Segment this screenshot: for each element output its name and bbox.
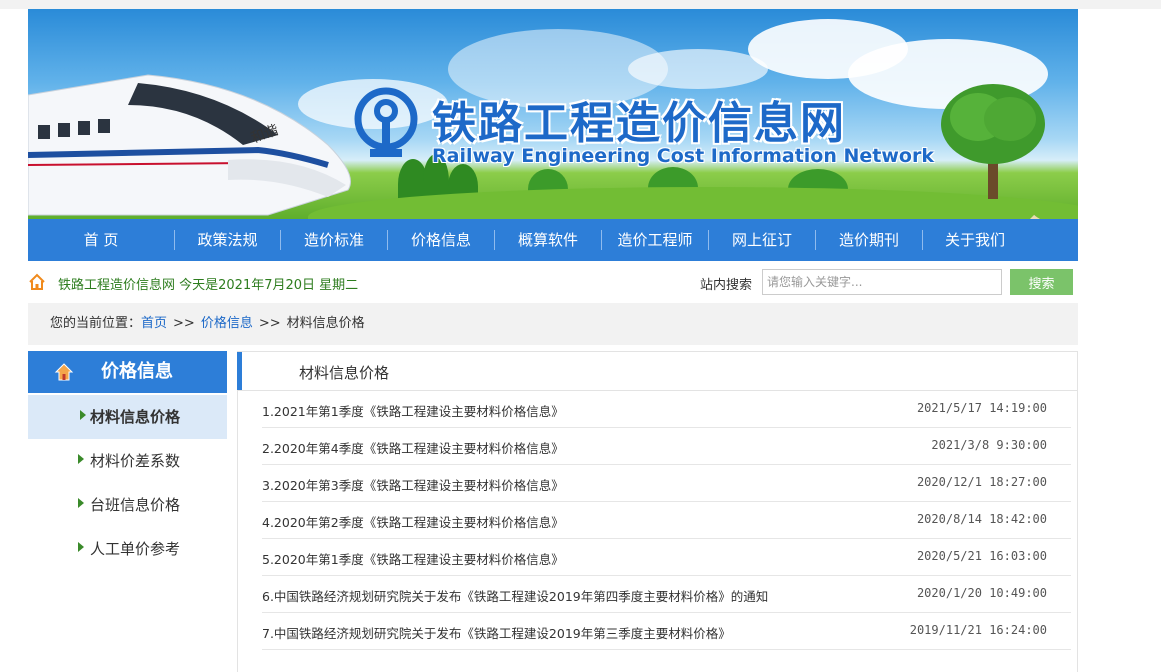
list-item[interactable]: 3.2020年第3季度《铁路工程建设主要材料价格信息》 2020/12/1 18… [262,465,1071,502]
list-item[interactable]: 5.2020年第1季度《铁路工程建设主要材料价格信息》 2020/5/21 16… [262,539,1071,576]
list-item-title[interactable]: 3.2020年第3季度《铁路工程建设主要材料价格信息》 [262,475,564,494]
search-label: 站内搜索 [700,278,753,293]
welcome-date-text: 铁路工程造价信息网 今天是2021年7月20日 星期二 [58,278,359,293]
list-item-title[interactable]: 2.2020年第4季度《铁路工程建设主要材料价格信息》 [262,438,564,457]
list-item-title[interactable]: 5.2020年第1季度《铁路工程建设主要材料价格信息》 [262,549,564,568]
list-item[interactable]: 6.中国铁路经济规划研究院关于发布《铁路工程建设2019年第四季度主要材料价格》… [262,576,1071,613]
header-banner: 和谐 铁路工程造价信息网 Railway Engineering Cost In… [28,9,1078,219]
search-input[interactable] [762,269,1002,295]
site-title: 铁路工程造价信息网 [432,98,846,149]
list-item[interactable]: 7.中国铁路经济规划研究院关于发布《铁路工程建设2019年第三季度主要材料价格》… [262,613,1071,650]
home-icon [29,273,45,290]
site-subtitle: Railway Engineering Cost Information Net… [432,145,934,167]
nav-item-engineer[interactable]: 造价工程师 [602,219,708,261]
main-nav: 首 页 政策法规 造价标准 价格信息 概算软件 造价工程师 网上征订 造价期刊 … [28,219,1078,261]
breadcrumb-separator: >> [173,316,195,331]
list-item-date: 2020/1/20 10:49:00 [916,586,1047,600]
nav-item-price-info[interactable]: 价格信息 [388,219,494,261]
arrow-right-icon [78,542,84,552]
nav-item-policy[interactable]: 政策法规 [175,219,280,261]
list-item-date: 2020/5/21 16:03:00 [916,549,1047,563]
sidebar-item-machine-shift[interactable]: 台班信息价格 [28,483,227,527]
sidebar-item-price-diff[interactable]: 材料价差系数 [28,439,227,483]
breadcrumb-home-link[interactable]: 首页 [141,316,167,331]
breadcrumb-section-link[interactable]: 价格信息 [201,316,253,331]
list-item[interactable]: 4.2020年第2季度《铁路工程建设主要材料价格信息》 2020/8/14 18… [262,502,1071,539]
list-item-title[interactable]: 1.2021年第1季度《铁路工程建设主要材料价格信息》 [262,401,564,420]
sidebar-item-labor-price[interactable]: 人工单价参考 [28,527,227,571]
train-illustration: 和谐 [28,74,351,216]
list-item-title[interactable]: 4.2020年第2季度《铁路工程建设主要材料价格信息》 [262,512,564,531]
list-item-title[interactable]: 6.中国铁路经济规划研究院关于发布《铁路工程建设2019年第四季度主要材料价格》… [262,586,768,605]
sidebar-item-label: 材料价差系数 [90,452,181,470]
sidebar-item-label: 人工单价参考 [90,540,181,558]
content-header: 材料信息价格 [237,352,1077,391]
list-item-date: 2020/8/14 18:42:00 [916,512,1047,526]
breadcrumb-prefix: 您的当前位置： [50,316,142,331]
list-item-date: 2019/11/21 16:24:00 [909,623,1047,637]
content-title: 材料信息价格 [299,364,390,382]
sidebar-item-label: 材料信息价格 [90,408,181,426]
content-panel: 材料信息价格 1.2021年第1季度《铁路工程建设主要材料价格信息》 2021/… [237,351,1078,672]
breadcrumb-current: 材料信息价格 [286,316,365,331]
list-item-date: 2021/5/17 14:19:00 [916,401,1047,415]
nav-item-standards[interactable]: 造价标准 [281,219,387,261]
page-wrapper: 和谐 铁路工程造价信息网 Railway Engineering Cost In… [28,9,1078,672]
breadcrumb: 您的当前位置：首页 >> 价格信息 >> 材料信息价格 [28,303,1078,345]
breadcrumb-separator: >> [258,316,281,331]
sidebar-item-label: 台班信息价格 [90,496,181,514]
list-item-date: 2020/12/1 18:27:00 [916,475,1047,489]
nav-item-subscribe[interactable]: 网上征订 [709,219,815,261]
top-strip [0,0,1161,9]
arrow-right-icon [80,410,86,420]
info-bar: 铁路工程造价信息网 今天是2021年7月20日 星期二 站内搜索 搜索 [28,261,1078,303]
nav-item-about[interactable]: 关于我们 [923,219,1027,261]
list-item[interactable]: 1.2021年第1季度《铁路工程建设主要材料价格信息》 2021/5/17 14… [262,391,1071,428]
list-item[interactable]: 2.2020年第4季度《铁路工程建设主要材料价格信息》 2021/3/8 9:3… [262,428,1071,465]
header-accent-bar [237,352,242,390]
railway-logo-icon [354,87,418,157]
sidebar-title: 价格信息 [101,361,173,382]
search-button[interactable]: 搜索 [1010,269,1073,295]
sidebar-item-material-price[interactable]: 材料信息价格 [28,395,227,439]
list-item-title[interactable]: 7.中国铁路经济规划研究院关于发布《铁路工程建设2019年第三季度主要材料价格》 [262,623,731,642]
nav-item-home[interactable]: 首 页 [28,219,174,261]
nav-item-journal[interactable]: 造价期刊 [816,219,922,261]
home-icon [54,363,74,381]
sidebar-header: 价格信息 [28,351,227,393]
nav-item-software[interactable]: 概算软件 [495,219,601,261]
list-item-date: 2021/3/8 9:30:00 [931,438,1047,452]
arrow-right-icon [78,454,84,464]
tree-illustration [941,84,1045,199]
sidebar: 价格信息 材料信息价格 材料价差系数 台班信息价格 人工单价参考 [28,351,227,571]
arrow-right-icon [78,498,84,508]
